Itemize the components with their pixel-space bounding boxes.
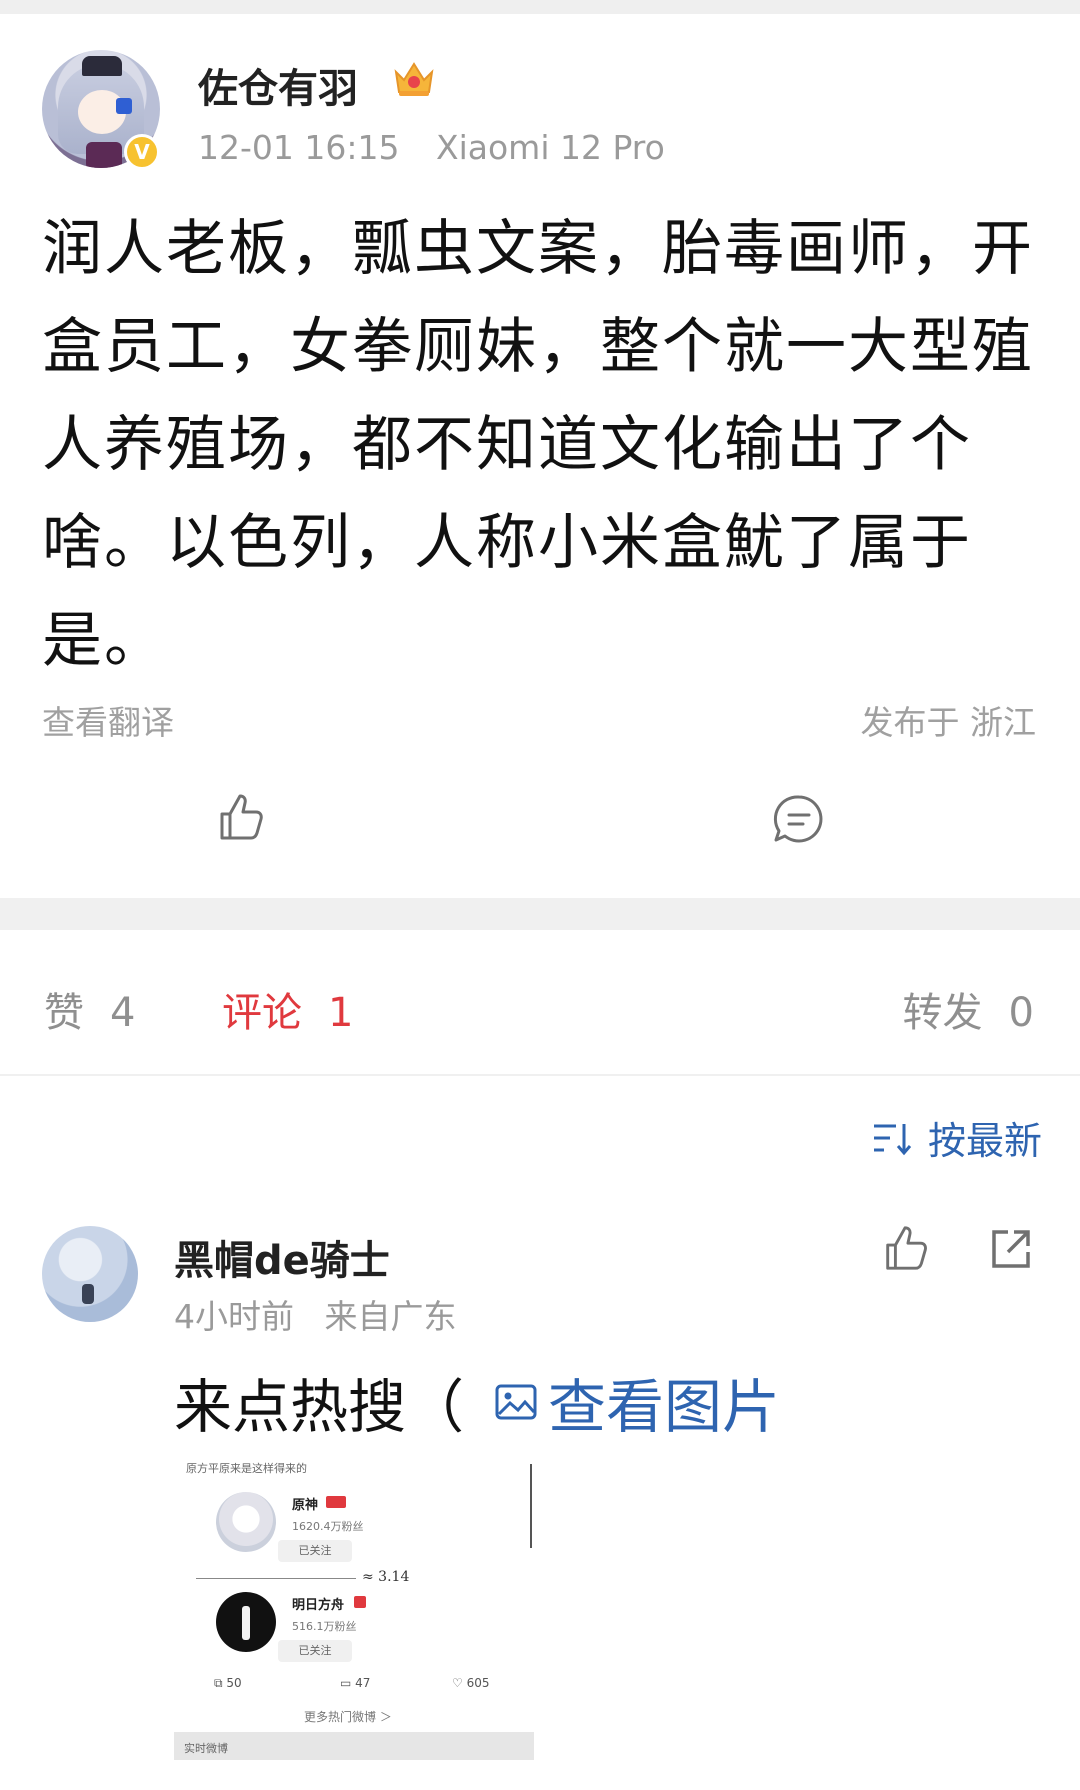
thumb-acc2-follow: 已关注 xyxy=(278,1640,352,1662)
post-time: 12-01 16:15 xyxy=(198,128,400,167)
comment-time: 4小时前 xyxy=(174,1297,294,1336)
thumb-acc2-fans: 516.1万粉丝 xyxy=(292,1620,357,1633)
commenter-avatar[interactable] xyxy=(42,1226,138,1322)
thumbs-up-icon[interactable] xyxy=(214,790,268,844)
sort-button[interactable]: 按最新 xyxy=(872,1110,1042,1165)
commenter-name[interactable]: 黑帽de骑士 xyxy=(174,1228,390,1286)
thumb-comments: ▭ 47 xyxy=(340,1676,371,1690)
thumb-acc2-name: 明日方舟 xyxy=(292,1598,345,1613)
thumb-footer-label: 实时微博 xyxy=(184,1742,228,1755)
stats-divider xyxy=(0,1074,1080,1076)
view-image-label: 查看图片 xyxy=(548,1373,781,1441)
share-icon[interactable] xyxy=(988,1226,1034,1272)
thumb-level-badge xyxy=(326,1496,346,1508)
thumb-acc1-follow: 已关注 xyxy=(278,1540,352,1562)
translate-link[interactable]: 查看翻译 xyxy=(42,696,174,744)
post-meta: 12-01 16:15 Xiaomi 12 Pro xyxy=(198,128,665,167)
thumb-footer-bar: 实时微博 xyxy=(174,1732,534,1760)
tab-likes-label: 赞 xyxy=(44,990,84,1036)
tab-reposts[interactable]: 转发 0 xyxy=(903,980,1034,1038)
sort-label: 按最新 xyxy=(927,1119,1042,1163)
comment-body: 来点热搜（ 查看图片 xyxy=(174,1360,780,1444)
sort-icon xyxy=(873,1123,912,1155)
thumb-avatar-arknights xyxy=(216,1592,276,1652)
comment-icon[interactable] xyxy=(772,792,826,846)
thumb-level-badge-2 xyxy=(354,1596,366,1608)
avatar-bow xyxy=(116,98,132,114)
thumb-cut-text: 原方平原来是这样得来的 xyxy=(186,1462,307,1475)
thumb-cursor-line xyxy=(530,1464,532,1548)
thumb-rule xyxy=(196,1578,356,1579)
image-icon xyxy=(495,1384,537,1420)
avatar-hat xyxy=(82,56,122,76)
thumb-likes: ♡ 605 xyxy=(452,1676,490,1690)
thumb-approx: ≈ 3.14 xyxy=(362,1569,410,1585)
crown-icon xyxy=(394,62,434,96)
tab-likes-count: 4 xyxy=(110,990,136,1036)
tab-likes[interactable]: 赞4 xyxy=(44,980,135,1038)
section-gap xyxy=(0,898,1080,930)
tab-comments-label: 评论 xyxy=(222,990,302,1036)
thumb-more-link: 更多热门微博 ＞ xyxy=(304,1710,392,1724)
comment-source: 来自广东 xyxy=(324,1297,457,1336)
tab-reposts-count: 0 xyxy=(1008,990,1034,1036)
thumb-avatar-genshin xyxy=(216,1492,276,1552)
tab-comments-count: 1 xyxy=(328,990,354,1036)
tab-reposts-label: 转发 xyxy=(902,990,983,1036)
post-device[interactable]: Xiaomi 12 Pro xyxy=(436,128,665,167)
avatar-ribbon xyxy=(86,142,122,168)
thumb-reposts: ⧉ 50 xyxy=(214,1676,242,1690)
tab-comments[interactable]: 评论 1 xyxy=(222,980,353,1038)
avatar-figure xyxy=(82,1284,94,1304)
verified-badge: V xyxy=(124,134,160,170)
post-location: 发布于 浙江 xyxy=(860,703,1037,742)
view-image-link[interactable]: 查看图片 xyxy=(494,1360,780,1444)
comment-image-thumbnail[interactable]: 原方平原来是这样得来的 原神 1620.4万粉丝 已关注 ≈ 3.14 明日方舟… xyxy=(174,1460,534,1760)
thumb-acc1-name: 原神 xyxy=(292,1498,319,1513)
thumb-acc1-fans: 1620.4万粉丝 xyxy=(292,1520,364,1533)
top-divider xyxy=(0,0,1080,14)
author-name[interactable]: 佐仓有羽 xyxy=(198,56,358,114)
comment-meta: 4小时前 来自广东 xyxy=(174,1290,457,1338)
comment-like-icon[interactable] xyxy=(880,1222,932,1274)
post-body: 润人老板，瓢虫文案，胎毒画师，开盒员工，女拳厕妹，整个就一大型殖人养殖场，都不知… xyxy=(42,214,1034,676)
comment-text: 来点热搜（ xyxy=(174,1373,465,1441)
